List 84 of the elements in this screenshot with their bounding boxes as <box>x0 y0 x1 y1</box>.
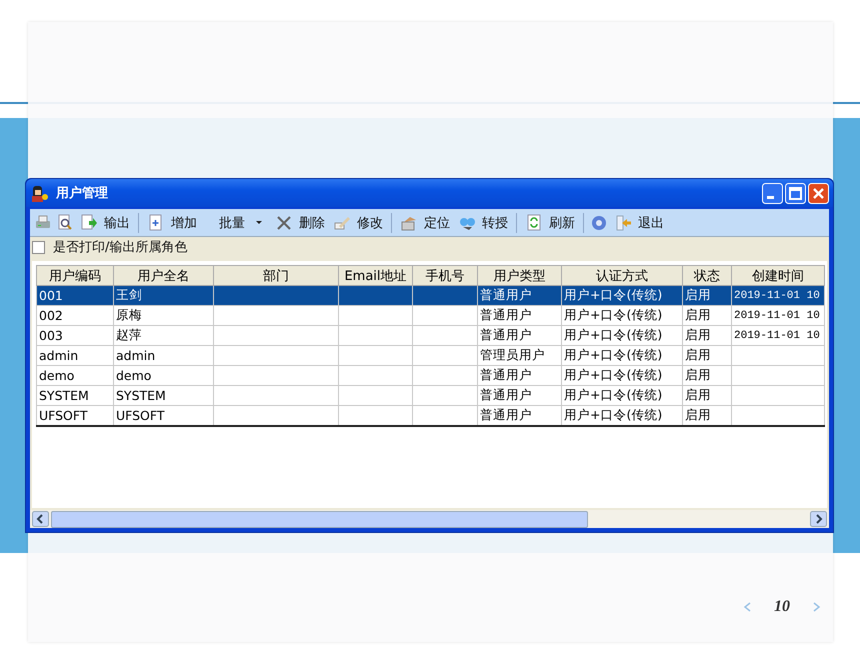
scroll-left-button[interactable] <box>32 511 49 527</box>
table-cell: 2019-11-01 10 <box>734 310 820 322</box>
table-cell: 启用 <box>685 407 711 422</box>
table-cell: 启用 <box>685 327 711 342</box>
column-header[interactable]: 用户编码 <box>36 266 114 286</box>
previous-icon[interactable] <box>743 602 752 612</box>
column-header[interactable]: 用户类型 <box>478 266 562 286</box>
table-cell: 002 <box>39 308 63 323</box>
table-cell: 用户+口令(传统) <box>564 287 662 302</box>
table-cell: 启用 <box>685 307 711 322</box>
user-key-icon <box>30 184 48 202</box>
table-cell: 启用 <box>685 367 711 382</box>
toolbar-menu[interactable]: 批量 <box>219 214 245 232</box>
help-icon[interactable] <box>590 214 608 232</box>
table-row[interactable]: SYSTEM SYSTEM 普通用户 用户+口令(传统) 启用 <box>36 386 824 406</box>
table-row[interactable]: 002 原梅 普通用户 用户+口令(传统) 启用 2019-11-01 10 <box>36 306 824 326</box>
table-cell: 启用 <box>685 347 711 362</box>
column-header[interactable]: 创建时间 <box>732 266 824 286</box>
table-cell: admin <box>116 348 156 363</box>
column-header[interactable]: 用户全名 <box>114 266 214 286</box>
table-cell: 普通用户 <box>480 327 532 342</box>
delete-icon[interactable] <box>275 214 293 232</box>
table-cell: 启用 <box>685 387 711 402</box>
table-cell: demo <box>39 368 74 383</box>
toolbar-button[interactable]: 转授 <box>482 214 508 232</box>
next-icon[interactable] <box>812 602 821 612</box>
scroll-right-button[interactable] <box>810 511 827 527</box>
table-row[interactable]: 003 赵萍 普通用户 用户+口令(传统) 启用 2019-11-01 10 <box>36 326 824 346</box>
toolbar-button[interactable]: 修改 <box>357 214 383 232</box>
table-cell: 普通用户 <box>480 287 532 302</box>
table-cell: admin <box>39 348 78 363</box>
table-cell: 用户+口令(传统) <box>564 407 662 422</box>
table-cell: 启用 <box>685 287 711 302</box>
table-cell: SYSTEM <box>116 388 166 403</box>
close-button[interactable] <box>808 182 829 204</box>
column-header[interactable]: 手机号 <box>412 266 478 286</box>
refresh-icon[interactable] <box>525 214 543 232</box>
horizontal-scrollbar[interactable] <box>30 510 829 528</box>
table-cell: 2019-11-01 10 <box>734 330 820 342</box>
table-cell: 003 <box>39 328 63 343</box>
table-cell: UFSOFT <box>39 408 88 423</box>
column-header[interactable]: Email地址 <box>338 266 412 286</box>
export-icon[interactable] <box>80 214 98 232</box>
toolbar-button[interactable]: 刷新 <box>549 214 575 232</box>
column-header[interactable]: 部门 <box>214 266 338 286</box>
maximize-button[interactable] <box>785 182 806 204</box>
table-cell: 赵萍 <box>116 327 142 342</box>
table-cell: 原梅 <box>116 307 142 322</box>
window-title: 用户管理 <box>56 184 109 202</box>
table-cell: 普通用户 <box>480 367 532 382</box>
table-cell: demo <box>116 368 152 383</box>
exit-icon[interactable] <box>614 214 632 232</box>
toolbar-button[interactable]: 增加 <box>171 214 197 232</box>
scroll-thumb[interactable] <box>51 510 588 528</box>
toolbar-button[interactable]: 输出 <box>104 214 130 232</box>
table-cell: 王剑 <box>116 287 142 302</box>
table-cell: 2019-11-01 10 <box>734 290 820 302</box>
table-cell: UFSOFT <box>116 408 164 423</box>
table-row[interactable]: 001 王剑 普通用户 用户+口令(传统) 启用 2019-11-01 10 <box>36 286 824 306</box>
minimize-button[interactable] <box>762 182 783 204</box>
table-cell: 001 <box>39 288 63 303</box>
toolbar-button[interactable]: 定位 <box>424 214 450 232</box>
table-cell: 用户+口令(传统) <box>564 307 662 322</box>
table-cell: 用户+口令(传统) <box>564 327 662 342</box>
caret-icon[interactable] <box>255 220 263 225</box>
toolbar-button[interactable]: 删除 <box>299 214 325 232</box>
column-header[interactable]: 认证方式 <box>562 266 682 286</box>
table-row[interactable]: demo demo 普通用户 用户+口令(传统) 启用 <box>36 366 824 386</box>
toolbar-button[interactable]: 退出 <box>638 214 664 232</box>
page-number: 10 <box>774 598 790 616</box>
table-row[interactable]: UFSOFT UFSOFT 普通用户 用户+口令(传统) 启用 <box>36 406 824 426</box>
table-cell: SYSTEM <box>39 388 89 403</box>
table-cell: 普通用户 <box>480 307 532 322</box>
column-header[interactable]: 状态 <box>682 266 732 286</box>
preview-icon[interactable] <box>56 214 74 232</box>
table-row[interactable]: admin admin 管理员用户 用户+口令(传统) 启用 <box>36 346 824 366</box>
table-cell: 普通用户 <box>480 387 532 402</box>
table-cell: 用户+口令(传统) <box>564 387 662 402</box>
table-cell: 用户+口令(传统) <box>564 347 662 362</box>
checkbox-label: 是否打印/输出所属角色 <box>53 239 188 256</box>
table-cell: 用户+口令(传统) <box>564 367 662 382</box>
table-cell: 普通用户 <box>480 407 532 422</box>
table-cell: 管理员用户 <box>480 347 545 362</box>
checkbox[interactable] <box>32 240 45 254</box>
